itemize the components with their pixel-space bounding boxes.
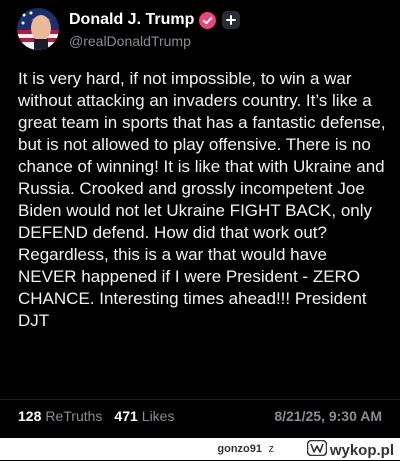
retruths-count[interactable]: 128 [18, 408, 41, 424]
name-row: Donald J. Trump [69, 11, 241, 29]
display-name[interactable]: Donald J. Trump [69, 11, 194, 29]
post-body: It is very hard, if not impossible, to w… [18, 69, 386, 330]
wykop-site-name: wykop.pl [329, 442, 394, 459]
plus-icon[interactable] [222, 11, 241, 29]
wykop-logo-icon [306, 439, 328, 461]
user-handle[interactable]: @realDonaldTrump [69, 33, 191, 49]
watermark-bar: gonzo91 z wykop.pl [0, 438, 400, 460]
divider [0, 399, 400, 400]
wykop-logo: wykop.pl [306, 439, 394, 461]
post-timestamp[interactable]: 8/21/25, 9:30 AM [274, 408, 382, 424]
watermark-separator: z [268, 443, 275, 455]
truth-post: Donald J. Trump @realDonaldTrump It is v… [0, 0, 400, 438]
retruths-label[interactable]: ReTruths [45, 408, 102, 424]
verified-badge-icon [199, 11, 217, 29]
post-stats: 128 ReTruths 471 Likes [18, 408, 186, 424]
post-header: Donald J. Trump @realDonaldTrump [17, 8, 387, 54]
watermark-username: gonzo91 [217, 443, 262, 455]
avatar[interactable] [17, 8, 59, 50]
likes-label[interactable]: Likes [142, 408, 175, 424]
likes-count[interactable]: 471 [114, 408, 137, 424]
